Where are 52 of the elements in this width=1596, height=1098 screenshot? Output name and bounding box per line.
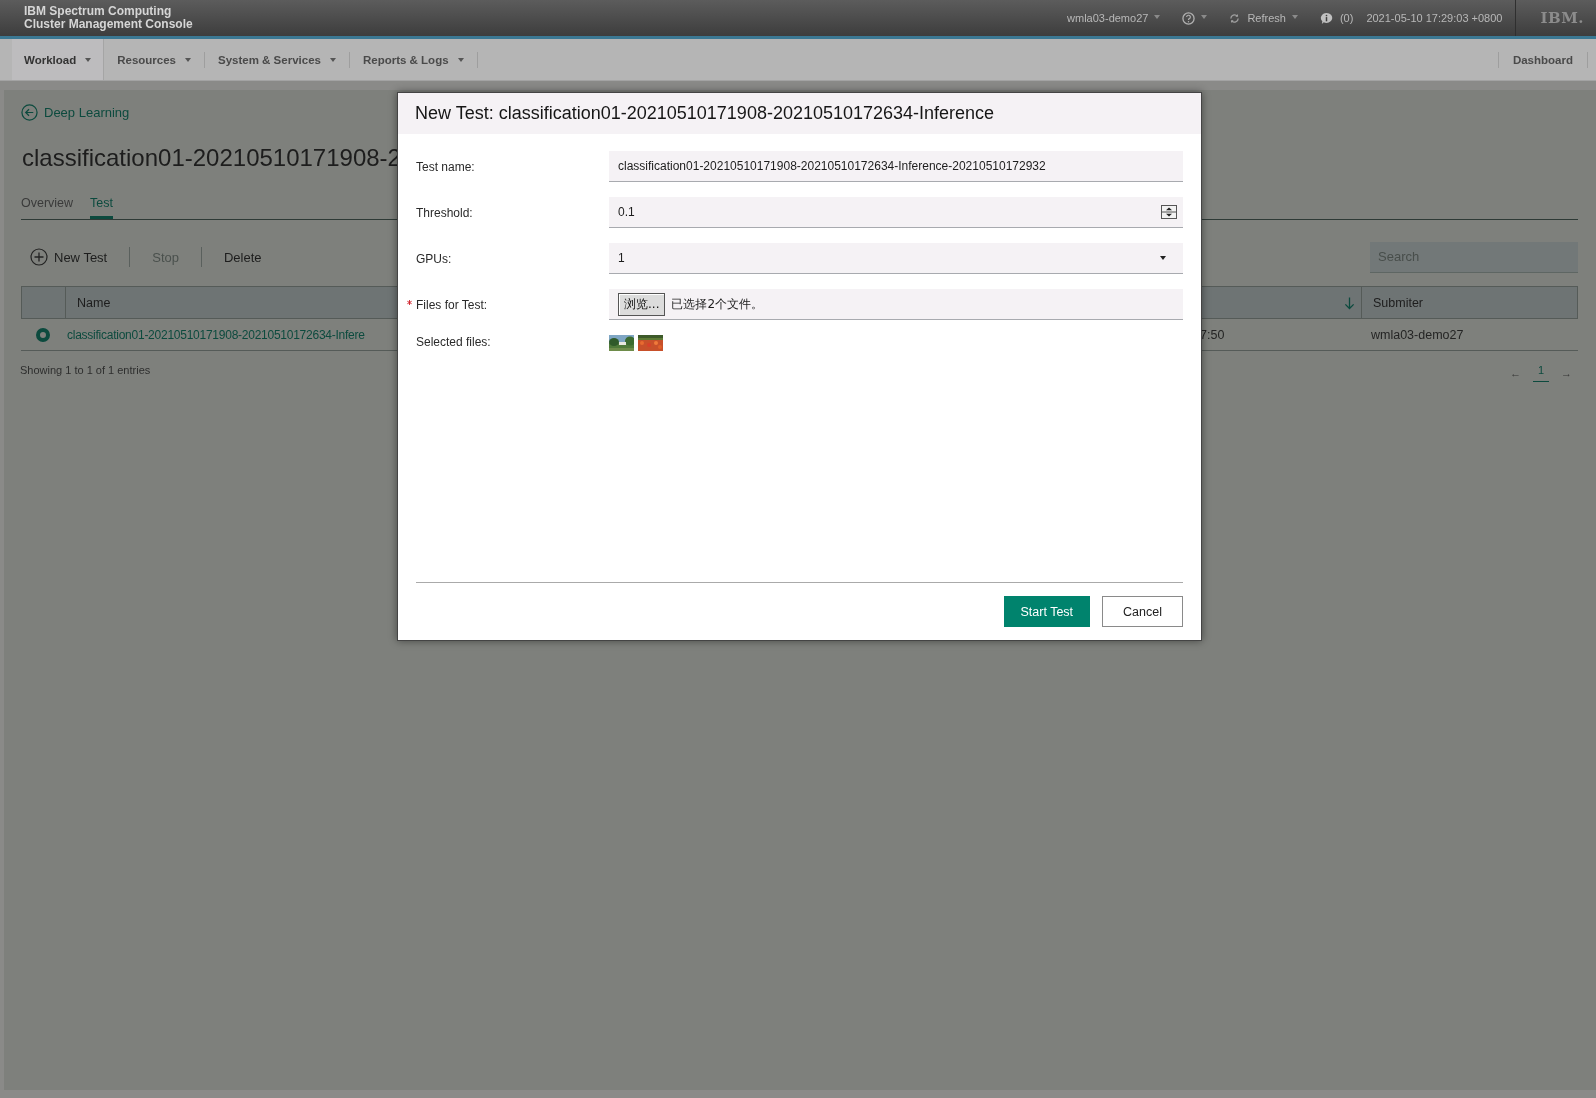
caret-icon (1201, 15, 1208, 19)
row-radio[interactable] (35, 327, 50, 342)
file-input[interactable]: 浏览... 已选择2个文件。 (609, 289, 1183, 320)
info-icon[interactable] (1319, 11, 1333, 25)
caret-icon (457, 57, 464, 62)
user-menu[interactable]: wmla03-demo27 (1067, 12, 1149, 24)
caret-icon (1154, 15, 1161, 19)
field-label: Files for Test: (416, 297, 488, 312)
cancel-button[interactable]: Cancel (1102, 596, 1183, 627)
help-icon[interactable] (1182, 11, 1196, 25)
product-name: IBM Spectrum Computing (24, 5, 173, 18)
toolbar-button[interactable]: New Test (54, 249, 108, 265)
start-test-button[interactable]: Start Test (1003, 596, 1091, 627)
date-time: 2021-05-10 17:29:03 +0800 (1366, 12, 1503, 24)
refresh-icon (1229, 12, 1241, 24)
page-title: classification01-20210510171908-2 (22, 144, 401, 172)
caret-icon (1291, 15, 1298, 19)
previous-page-button[interactable]: ← (1509, 364, 1521, 382)
nav-menu[interactable]: Workload (12, 39, 105, 80)
field-label: Threshold: (416, 205, 473, 220)
table-cell: 7:50 (1200, 327, 1225, 342)
tab[interactable]: Test (90, 196, 114, 219)
product-subtitle: Cluster Management Console (24, 18, 193, 31)
back-link[interactable]: Deep Learning (44, 104, 130, 120)
tab[interactable]: Overview (21, 196, 74, 219)
alert-count: (0) (1339, 12, 1354, 24)
next-page-button[interactable]: → (1561, 364, 1572, 382)
entries-count: Showing 1 to 1 of 1 entries (20, 364, 151, 376)
field-label: Test name: (416, 159, 475, 174)
ibm-logo: IBM. (1515, 0, 1596, 36)
toolbar-button[interactable]: Delete (224, 249, 262, 265)
test-name-link[interactable]: classification01-20210510171908-20210510172634-Infere (67, 327, 365, 342)
field-label: GPUs: (416, 251, 452, 266)
gpus-dropdown[interactable]: 1 (609, 243, 1183, 274)
column-header[interactable]: Submiter (1361, 287, 1577, 318)
file-status: 已选择2个文件。 (671, 295, 764, 313)
threshold-spinner[interactable]: 0.1 (609, 197, 1183, 228)
page-number[interactable]: 1 (1532, 364, 1549, 382)
refresh-button[interactable]: Refresh (1247, 12, 1286, 24)
table-cell: wmla03-demo27 (1371, 327, 1464, 342)
test-name-field[interactable]: classification01-20210510171908-20210510172634-Inference-20210510172932 (609, 151, 1183, 182)
spinner-arrows-icon[interactable] (1161, 205, 1177, 219)
dialog-title: New Test: classification01-20210510171908-20210510172634-Inference (415, 103, 995, 124)
required-asterisk-icon (407, 299, 412, 305)
caret-icon (1160, 256, 1166, 260)
browse-button[interactable]: 浏览... (618, 292, 666, 316)
caret-icon (329, 57, 336, 62)
add-icon (30, 248, 48, 266)
field-label: Selected files: (416, 335, 491, 349)
caret-icon (185, 57, 191, 62)
caret-icon (85, 57, 92, 62)
dashboard-link[interactable]: Dashboard (1497, 51, 1588, 68)
